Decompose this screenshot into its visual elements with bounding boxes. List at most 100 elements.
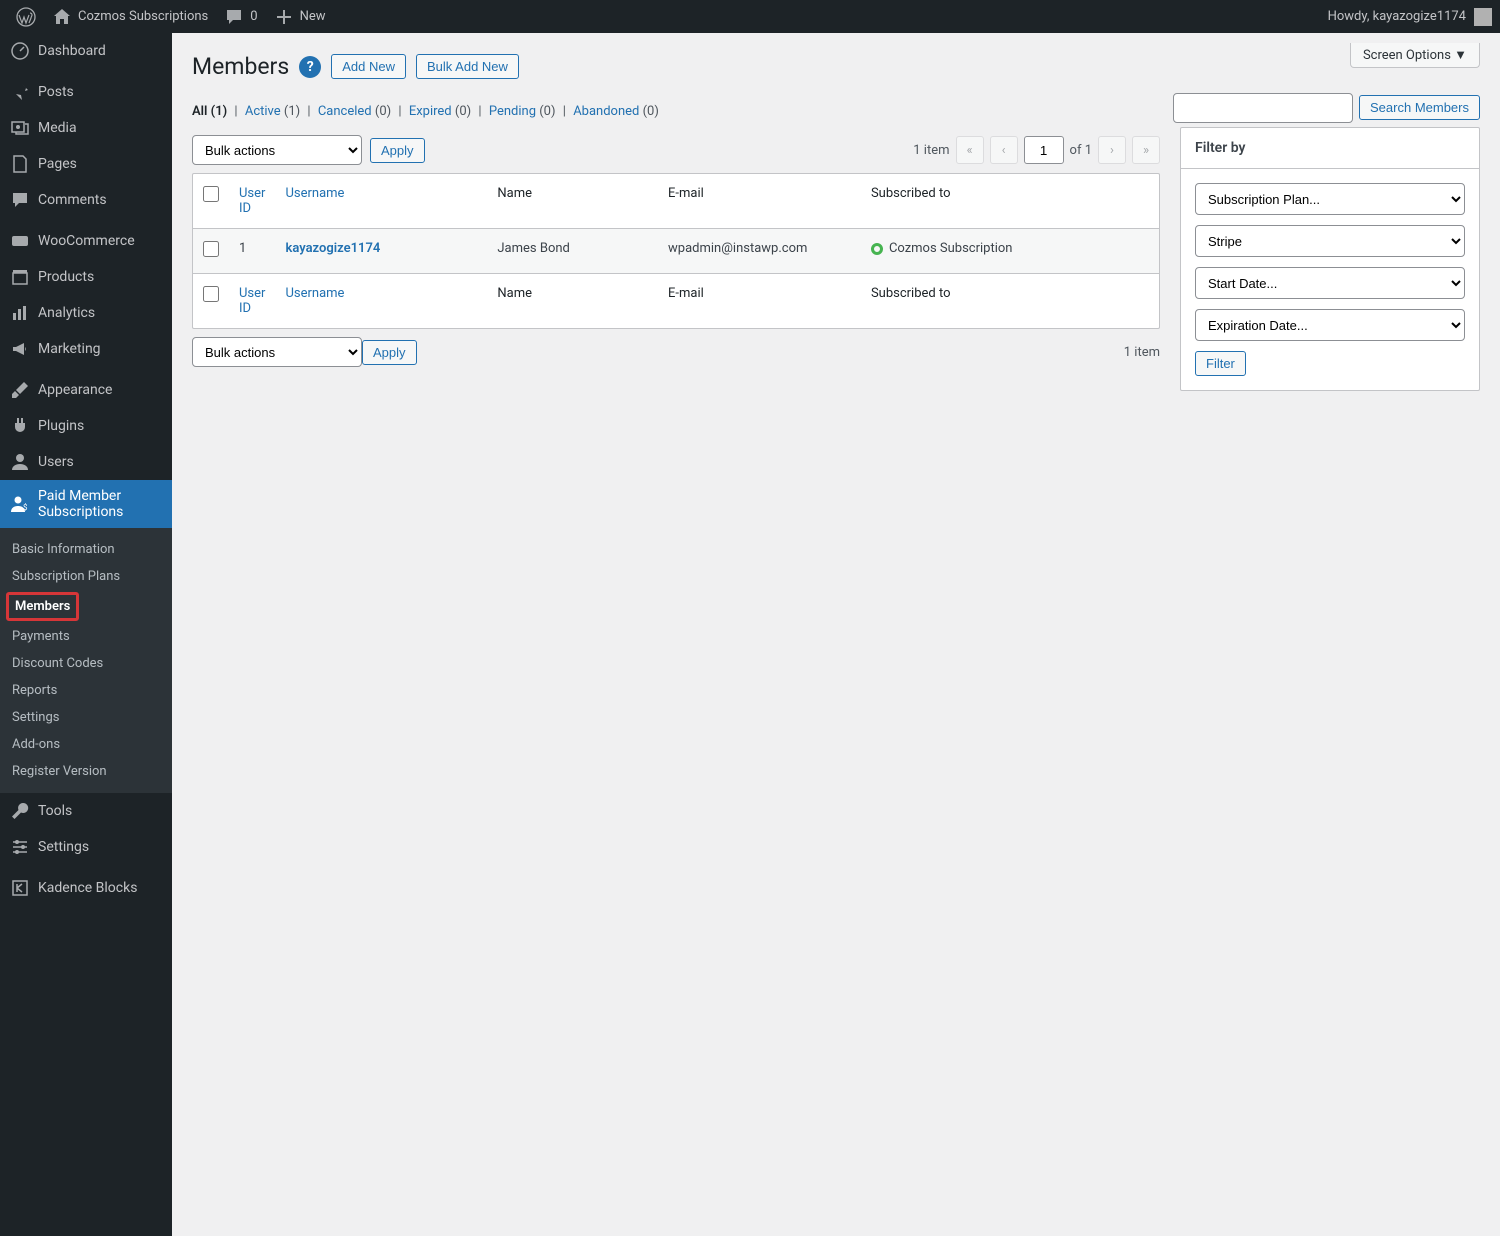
filter-button[interactable]: Filter <box>1195 351 1246 376</box>
row-name: James Bond <box>487 229 658 273</box>
filter-all[interactable]: All (1) <box>192 104 227 119</box>
col-email: E-mail <box>658 174 861 229</box>
bulk-add-new-button[interactable]: Bulk Add New <box>416 54 519 79</box>
comments-link[interactable]: 0 <box>216 0 265 33</box>
wp-logo[interactable] <box>8 0 44 33</box>
page-title: Members <box>192 53 289 80</box>
submenu-register-version[interactable]: Register Version <box>0 758 172 785</box>
user-icon <box>10 452 30 472</box>
filter-pending[interactable]: Pending (0) <box>489 104 556 119</box>
menu-users[interactable]: Users <box>0 444 172 480</box>
menu-settings[interactable]: Settings <box>0 829 172 865</box>
avatar[interactable] <box>1474 8 1492 26</box>
apply-button-top[interactable]: Apply <box>370 138 425 163</box>
select-all-bottom[interactable] <box>203 286 219 302</box>
status-filter-links: All (1) | Active (1) | Canceled (0) | Ex… <box>192 104 659 119</box>
search-members-button[interactable]: Search Members <box>1359 95 1480 120</box>
menu-products[interactable]: Products <box>0 259 172 295</box>
col-username-foot[interactable]: Username <box>275 273 487 328</box>
row-checkbox[interactable] <box>203 241 219 257</box>
search-input[interactable] <box>1173 93 1353 123</box>
menu-comments[interactable]: Comments <box>0 182 172 218</box>
comment-icon <box>224 7 244 27</box>
new-content-link[interactable]: New <box>266 0 334 33</box>
wrench-icon <box>10 801 30 821</box>
content-area: Screen Options ▼ Members ? Add New Bulk … <box>172 33 1500 1236</box>
brush-icon <box>10 380 30 400</box>
help-icon[interactable]: ? <box>299 56 321 78</box>
menu-pages[interactable]: Pages <box>0 146 172 182</box>
menu-dashboard[interactable]: Dashboard <box>0 33 172 69</box>
admin-bar: Cozmos Subscriptions 0 New Howdy, kayazo… <box>0 0 1500 33</box>
woo-icon <box>10 231 30 251</box>
menu-marketing[interactable]: Marketing <box>0 331 172 367</box>
col-email-foot: E-mail <box>658 273 861 328</box>
row-email: wpadmin@instawp.com <box>658 229 861 273</box>
col-name-foot: Name <box>487 273 658 328</box>
megaphone-icon <box>10 339 30 359</box>
menu-tools[interactable]: Tools <box>0 793 172 829</box>
site-name-link[interactable]: Cozmos Subscriptions <box>44 0 216 33</box>
filter-start-date[interactable]: Start Date... <box>1195 267 1465 299</box>
sliders-icon <box>10 837 30 857</box>
bulk-actions-select-top[interactable]: Bulk actions <box>192 135 362 165</box>
next-page-button[interactable]: › <box>1098 136 1126 164</box>
bulk-actions-select-bottom[interactable]: Bulk actions <box>192 337 362 367</box>
analytics-icon <box>10 303 30 323</box>
add-new-button[interactable]: Add New <box>331 54 406 79</box>
col-user-id-foot[interactable]: User ID <box>229 273 275 328</box>
last-page-button[interactable]: » <box>1132 136 1160 164</box>
row-username-link[interactable]: kayazogize1174 <box>285 241 380 256</box>
members-table: User ID Username Name E-mail Subscribed … <box>192 173 1160 329</box>
filter-payment-gateway[interactable]: Stripe <box>1195 225 1465 257</box>
menu-media[interactable]: Media <box>0 110 172 146</box>
page-icon <box>10 154 30 174</box>
menu-paid-member-subscriptions[interactable]: $ Paid Member Subscriptions <box>0 480 172 528</box>
menu-posts[interactable]: Posts <box>0 74 172 110</box>
new-label: New <box>300 9 326 24</box>
dashboard-icon <box>10 41 30 61</box>
plus-icon <box>274 7 294 27</box>
filter-expired[interactable]: Expired (0) <box>409 104 471 119</box>
col-name: Name <box>487 174 658 229</box>
howdy-text[interactable]: Howdy, kayazogize1174 <box>1328 9 1466 24</box>
filter-abandoned[interactable]: Abandoned (0) <box>573 104 659 119</box>
menu-woocommerce[interactable]: WooCommerce <box>0 223 172 259</box>
apply-button-bottom[interactable]: Apply <box>362 340 417 365</box>
submenu-settings[interactable]: Settings <box>0 704 172 731</box>
media-icon <box>10 118 30 138</box>
submenu-basic-information[interactable]: Basic Information <box>0 536 172 563</box>
kadence-icon <box>10 878 30 898</box>
menu-analytics[interactable]: Analytics <box>0 295 172 331</box>
row-user-id: 1 <box>229 229 275 273</box>
submenu-members[interactable]: Members <box>6 592 79 621</box>
menu-appearance[interactable]: Appearance <box>0 372 172 408</box>
first-page-button[interactable]: « <box>956 136 984 164</box>
filter-active[interactable]: Active (1) <box>245 104 300 119</box>
admin-sidebar: Dashboard Posts Media Pages Comments Woo… <box>0 33 172 1236</box>
filter-subscription-plan[interactable]: Subscription Plan... <box>1195 183 1465 215</box>
col-username[interactable]: Username <box>275 174 487 229</box>
menu-plugins[interactable]: Plugins <box>0 408 172 444</box>
menu-kadence-blocks[interactable]: Kadence Blocks <box>0 870 172 906</box>
submenu-pms: Basic Information Subscription Plans Mem… <box>0 528 172 793</box>
prev-page-button[interactable]: ‹ <box>990 136 1018 164</box>
wordpress-icon <box>16 7 36 27</box>
col-subscribed-to: Subscribed to <box>861 174 1159 229</box>
filter-canceled[interactable]: Canceled (0) <box>318 104 391 119</box>
row-subscription: Cozmos Subscription <box>861 229 1159 273</box>
col-user-id[interactable]: User ID <box>229 174 275 229</box>
filter-expiration-date[interactable]: Expiration Date... <box>1195 309 1465 341</box>
item-count-bottom: 1 item <box>1124 345 1160 360</box>
products-icon <box>10 267 30 287</box>
current-page-input[interactable] <box>1024 136 1064 164</box>
total-pages: of 1 <box>1070 143 1092 158</box>
col-subscribed-to-foot: Subscribed to <box>861 273 1159 328</box>
submenu-reports[interactable]: Reports <box>0 677 172 704</box>
select-all-top[interactable] <box>203 186 219 202</box>
submenu-discount-codes[interactable]: Discount Codes <box>0 650 172 677</box>
screen-options-toggle[interactable]: Screen Options ▼ <box>1350 43 1480 68</box>
submenu-addons[interactable]: Add-ons <box>0 731 172 758</box>
submenu-subscription-plans[interactable]: Subscription Plans <box>0 563 172 590</box>
submenu-payments[interactable]: Payments <box>0 623 172 650</box>
